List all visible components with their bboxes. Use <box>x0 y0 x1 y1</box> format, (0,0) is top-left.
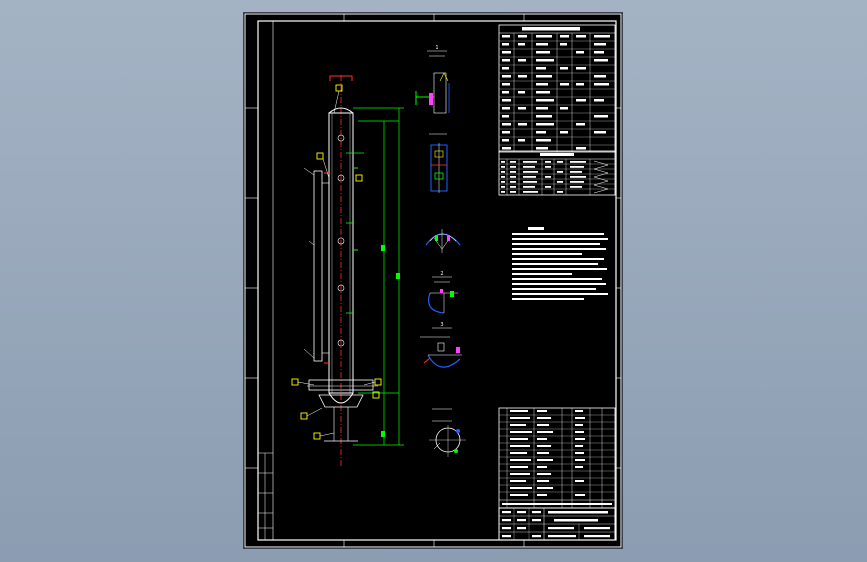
parts-list-table <box>498 407 616 509</box>
square-marker-icon <box>316 152 324 160</box>
square-marker-icon <box>355 174 363 182</box>
square-marker-icon <box>291 378 299 386</box>
drawing-sheet: 1 2 3 <box>244 13 622 548</box>
detail-3-number: 3 <box>440 322 443 328</box>
dimension-lines <box>353 107 404 446</box>
detail-view-section-a <box>429 133 448 193</box>
technical-notes <box>512 227 608 300</box>
detail-view-1: 1 <box>415 45 450 114</box>
parts-list-glyphs <box>502 410 612 505</box>
square-marker-icon <box>300 412 308 420</box>
square-marker-icon <box>374 378 382 386</box>
left-binding-strip <box>258 452 273 540</box>
detail-2-number: 2 <box>440 271 443 277</box>
leader-lines <box>297 90 376 437</box>
detail-view-3: 3 <box>420 322 462 368</box>
column-elevation <box>307 75 378 468</box>
design-table-glyphs <box>502 27 610 150</box>
detail-view-bottom <box>429 408 466 457</box>
nozzle-table <box>498 150 616 196</box>
cad-drawing: 1 2 3 <box>244 13 622 548</box>
detail-view-2: 2 <box>428 271 458 314</box>
square-marker-icon <box>313 432 321 440</box>
detail-1-number: 1 <box>435 45 438 51</box>
detail-view-section-b <box>425 229 461 253</box>
